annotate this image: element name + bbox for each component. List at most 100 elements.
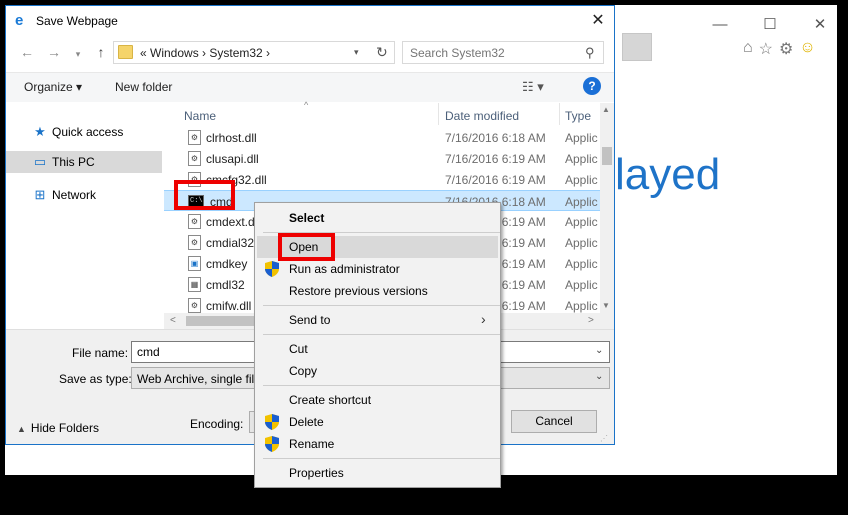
file-row[interactable]: ⚙ clrhost.dll 7/16/2016 6:18 AM Applic bbox=[164, 127, 600, 148]
menu-item-copy[interactable]: Copy bbox=[257, 360, 498, 382]
scroll-left-icon[interactable]: < bbox=[170, 315, 176, 326]
maximize-button[interactable]: ☐ bbox=[755, 13, 785, 35]
menu-item-rename[interactable]: Rename bbox=[257, 433, 498, 455]
file-type: Applic bbox=[565, 215, 598, 229]
recent-locations-icon[interactable]: ▾ bbox=[70, 46, 86, 62]
search-input[interactable] bbox=[403, 42, 583, 63]
file-name: clusapi.dll bbox=[206, 152, 259, 166]
scroll-down-icon[interactable]: ▼ bbox=[602, 301, 610, 310]
column-header-name[interactable]: Name bbox=[184, 109, 216, 123]
quick-access-star-icon: ★ bbox=[34, 124, 46, 139]
file-row[interactable]: ⚙ clusapi.dll 7/16/2016 6:19 AM Applic bbox=[164, 148, 600, 169]
scroll-right-icon[interactable]: > bbox=[588, 315, 594, 326]
menu-separator bbox=[263, 305, 500, 306]
save-as-type-label: Save as type: bbox=[59, 372, 132, 386]
column-divider[interactable] bbox=[438, 103, 439, 125]
hide-folders-label: Hide Folders bbox=[30, 421, 99, 435]
refresh-icon[interactable]: ↻ bbox=[376, 44, 388, 61]
scroll-up-icon[interactable]: ▲ bbox=[602, 105, 610, 114]
nav-item-quick-access[interactable]: ★ Quick access bbox=[6, 121, 162, 143]
file-name: clrhost.dll bbox=[206, 131, 257, 145]
file-date: 7/16/2016 6:19 AM bbox=[445, 173, 546, 187]
file-type: Applic bbox=[565, 152, 598, 166]
file-date: 7/16/2016 6:19 AM bbox=[445, 152, 546, 166]
menu-item-label: Rename bbox=[289, 437, 335, 451]
menu-item-label: Select bbox=[289, 211, 325, 225]
file-name: cmdkey bbox=[206, 257, 248, 271]
menu-item-delete[interactable]: Delete bbox=[257, 411, 498, 433]
address-dropdown-icon[interactable]: ▾ bbox=[354, 47, 359, 58]
favorites-star-icon[interactable]: ☆ bbox=[759, 39, 773, 59]
file-name: cmifw.dll bbox=[206, 299, 252, 313]
encoding-label: Encoding: bbox=[190, 417, 244, 431]
nav-item-label: This PC bbox=[52, 155, 95, 169]
minimize-button[interactable]: — bbox=[705, 13, 735, 35]
search-icon[interactable]: ⚲ bbox=[585, 45, 595, 61]
search-box[interactable]: ⚲ bbox=[402, 41, 604, 64]
forward-arrow-icon[interactable]: → bbox=[46, 44, 62, 60]
menu-item-send-to[interactable]: Send to › bbox=[257, 309, 498, 331]
uac-shield-icon bbox=[265, 261, 281, 277]
menu-item-restore-previous-versions[interactable]: Restore previous versions bbox=[257, 280, 498, 302]
cancel-button[interactable]: Cancel bbox=[511, 410, 597, 433]
column-divider[interactable] bbox=[559, 103, 560, 125]
file-type: Applic bbox=[565, 173, 598, 187]
menu-item-label: Properties bbox=[289, 466, 344, 480]
nav-item-network[interactable]: ⊞ Network bbox=[6, 184, 162, 206]
menu-item-label: Run as administrator bbox=[289, 262, 400, 276]
chevron-down-icon[interactable]: ⌄ bbox=[595, 371, 603, 382]
menu-item-label: Cut bbox=[289, 342, 308, 356]
dll-file-icon: ⚙ bbox=[188, 214, 201, 229]
settings-gear-icon[interactable]: ⚙ bbox=[779, 39, 793, 59]
navigation-pane: ★ Quick access ▭ This PC ⊞ Network bbox=[6, 103, 164, 329]
menu-item-run-as-administrator[interactable]: Run as administrator bbox=[257, 258, 498, 280]
vertical-scrollbar[interactable]: ▲ ▼ bbox=[600, 103, 614, 329]
column-header-type[interactable]: Type bbox=[565, 109, 591, 123]
dialog-title: Save Webpage bbox=[36, 14, 118, 28]
dll-file-icon: ⚙ bbox=[188, 130, 201, 145]
dialog-titlebar[interactable]: e Save Webpage ✕ bbox=[6, 6, 614, 36]
folder-icon bbox=[118, 45, 133, 59]
save-as-type-value: Web Archive, single file bbox=[137, 372, 261, 386]
ie-logo-icon: e bbox=[15, 12, 24, 29]
dll-file-icon: ⚙ bbox=[188, 151, 201, 166]
hide-folders-button[interactable]: ▲ Hide Folders bbox=[17, 421, 99, 435]
address-breadcrumb[interactable]: « Windows › System32 › bbox=[140, 46, 270, 60]
file-date: 7/16/2016 6:18 AM bbox=[445, 131, 546, 145]
help-icon[interactable]: ? bbox=[583, 77, 601, 95]
menu-separator bbox=[263, 385, 500, 386]
network-icon: ⊞ bbox=[34, 187, 46, 202]
back-arrow-icon[interactable]: ← bbox=[19, 44, 35, 60]
menu-item-create-shortcut[interactable]: Create shortcut bbox=[257, 389, 498, 411]
browser-caption-buttons: — ☐ ✕ bbox=[705, 9, 837, 39]
new-folder-button[interactable]: New folder bbox=[115, 80, 172, 94]
menu-item-label: Delete bbox=[289, 415, 324, 429]
resize-grip-icon[interactable]: ⋰ bbox=[600, 434, 608, 443]
menu-item-select[interactable]: Select bbox=[257, 207, 498, 229]
scrollbar-thumb[interactable] bbox=[602, 147, 612, 165]
close-browser-button[interactable]: ✕ bbox=[805, 13, 835, 35]
menu-item-label: Restore previous versions bbox=[289, 284, 428, 298]
menu-item-label: Copy bbox=[289, 364, 318, 378]
file-type: Applic bbox=[565, 299, 598, 313]
home-icon[interactable]: ⌂ bbox=[743, 39, 753, 59]
page-heading-partial: layed bbox=[615, 150, 721, 199]
file-name: cmdl32 bbox=[206, 278, 245, 292]
menu-item-cut[interactable]: Cut bbox=[257, 338, 498, 360]
nav-item-this-pc[interactable]: ▭ This PC bbox=[6, 151, 162, 173]
exe-file-icon: ▦ bbox=[188, 277, 201, 292]
organize-menu-button[interactable]: Organize ▾ bbox=[24, 80, 82, 94]
sort-ascending-icon: ^ bbox=[304, 100, 309, 110]
address-bar[interactable]: « Windows › System32 › ▾ ↻ bbox=[113, 41, 395, 64]
chevron-down-icon[interactable]: ⌄ bbox=[595, 345, 603, 356]
feedback-smiley-icon[interactable]: ☺ bbox=[799, 39, 815, 59]
highlight-box-cmd bbox=[174, 180, 235, 210]
dll-file-icon: ⚙ bbox=[188, 235, 201, 250]
file-type: Applic bbox=[565, 278, 598, 292]
close-dialog-button[interactable]: ✕ bbox=[586, 10, 610, 32]
menu-item-properties[interactable]: Properties bbox=[257, 462, 498, 484]
column-header-date-modified[interactable]: Date modified bbox=[445, 109, 519, 123]
up-arrow-icon[interactable]: ↑ bbox=[93, 44, 109, 60]
file-type: Applic bbox=[565, 257, 598, 271]
view-options-button[interactable]: ☷ ▾ bbox=[522, 79, 544, 95]
